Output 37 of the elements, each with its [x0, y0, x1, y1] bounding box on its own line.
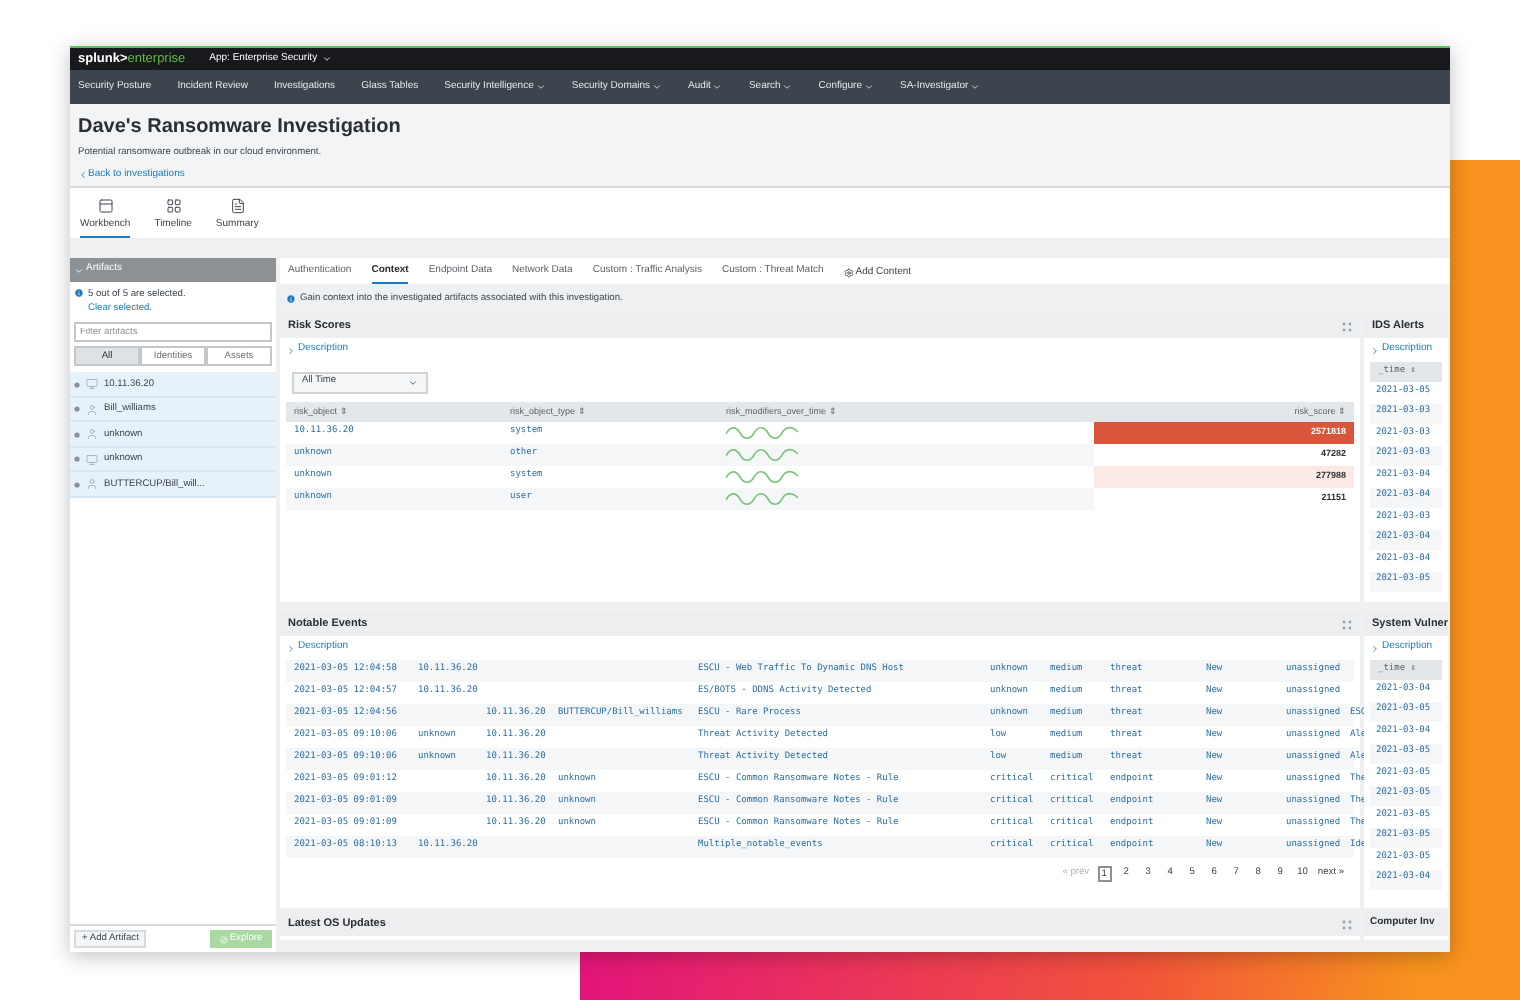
panel-icon [97, 197, 114, 213]
caret-icon [408, 377, 418, 387]
dot-icon [74, 381, 80, 388]
chevron-left-icon [78, 170, 88, 181]
person-icon [86, 428, 98, 441]
drag-handle-icon[interactable] [1342, 321, 1352, 331]
caret-icon [535, 82, 546, 92]
person-icon [86, 403, 98, 416]
person-icon [86, 478, 98, 491]
chevron-right-icon [1370, 643, 1380, 653]
sparkline [726, 426, 798, 440]
drag-handle-icon[interactable] [1342, 919, 1352, 929]
caret-icon [712, 82, 723, 92]
dot-icon [74, 406, 80, 413]
dot-icon [74, 431, 80, 438]
grid-icon [165, 197, 182, 213]
caret-icon [321, 54, 332, 64]
document-icon [229, 197, 246, 213]
chevron-right-icon [286, 345, 296, 355]
sparkline [726, 448, 798, 462]
caret-icon [970, 82, 981, 92]
monitor-icon [86, 453, 98, 466]
chevron-right-icon [1370, 345, 1380, 355]
dot-icon [74, 456, 80, 463]
chevron-right-icon [286, 643, 296, 653]
chevron-down-icon [74, 265, 84, 275]
sparkline [726, 492, 798, 506]
caret-icon [782, 82, 793, 92]
monitor-icon [86, 378, 98, 391]
drag-handle-icon[interactable] [1342, 619, 1352, 629]
gear-icon [843, 267, 854, 278]
caret-icon [652, 82, 663, 92]
sparkline [726, 470, 798, 484]
caret-icon [863, 82, 874, 92]
info-icon [286, 294, 296, 304]
dot-icon [74, 481, 80, 488]
page-title: Dave's Ransomware Investigation [78, 118, 403, 138]
